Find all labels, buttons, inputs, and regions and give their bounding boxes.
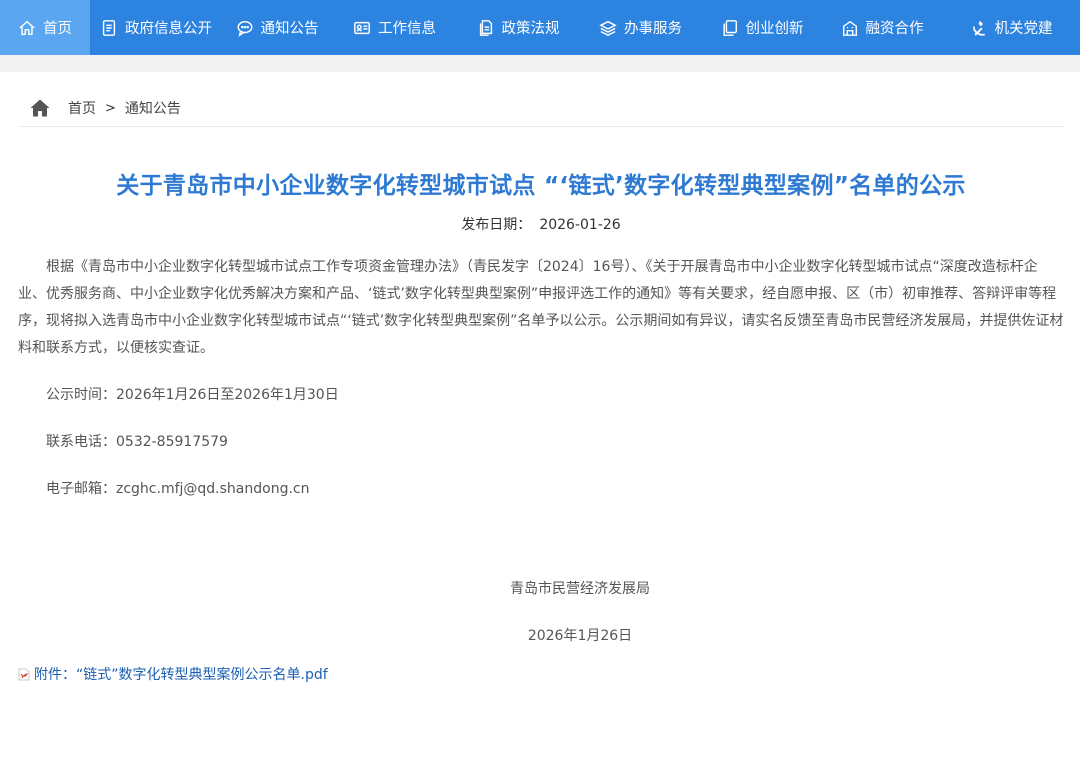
breadcrumb: 首页 > 通知公告 [18, 90, 1064, 127]
breadcrumb-current-link[interactable]: 通知公告 [125, 98, 181, 118]
nav-item-work-info[interactable]: 工作信息 [332, 0, 457, 55]
files-icon [477, 19, 495, 37]
nav-item-label: 政府信息公开 [125, 21, 212, 37]
nav-item-label: 工作信息 [378, 21, 436, 37]
building-icon [841, 19, 859, 37]
nav-item-policy[interactable]: 政策法规 [457, 0, 579, 55]
nav-item-home[interactable]: 首页 [0, 0, 90, 55]
article-body: 根据《青岛市中小企业数字化转型城市试点工作专项资金管理办法》（青民发字〔2024… [18, 254, 1064, 503]
page-title: 关于青岛市中小企业数字化转型城市试点 “‘链式’数字化转型典型案例”名单的公示 [116, 173, 966, 199]
copy-icon [721, 19, 739, 37]
top-nav: 首页 政府信息公开 通知公告 工作信息 政策法规 办事服务 创业创新 融资合作 … [0, 0, 1080, 55]
id-card-icon [353, 19, 371, 37]
nav-item-label: 通知公告 [260, 21, 319, 37]
document-icon [100, 19, 118, 37]
nav-item-notices[interactable]: 通知公告 [222, 0, 332, 55]
chat-icon [236, 19, 254, 37]
nav-item-label: 融资合作 [865, 21, 924, 37]
signature-org: 青岛市民营经济发展局 [510, 581, 650, 597]
attachment-label: 附件：“链式”数字化转型典型案例公示名单.pdf [34, 667, 328, 683]
contact-phone: 联系电话：0532-85917579 [46, 434, 228, 450]
publish-date-label: 发布日期： [461, 217, 532, 233]
nav-shadow-band [0, 55, 1080, 72]
home-icon [18, 19, 36, 37]
nav-item-label: 机关党建 [994, 21, 1053, 37]
nav-item-party[interactable]: 机关党建 [942, 0, 1080, 55]
breadcrumb-home-link[interactable]: 首页 [68, 98, 96, 118]
article-paragraph: 根据《青岛市中小企业数字化转型城市试点工作专项资金管理办法》（青民发字〔2024… [18, 259, 1064, 356]
attachment-link[interactable]: 附件：“链式”数字化转型典型案例公示名单.pdf [18, 664, 328, 684]
contact-email: 电子邮箱：zcghc.mfj@qd.shandong.cn [46, 481, 310, 497]
publish-date-value: 2026-01-26 [539, 217, 621, 233]
breadcrumb-separator: > [105, 100, 116, 116]
nav-item-services[interactable]: 办事服务 [579, 0, 702, 55]
nav-item-label: 首页 [43, 21, 72, 37]
nav-item-innovation[interactable]: 创业创新 [702, 0, 822, 55]
notice-period: 公示时间：2026年1月26日至2026年1月30日 [46, 387, 339, 403]
publish-date-line: 发布日期： 2026-01-26 [18, 214, 1064, 234]
home-icon[interactable] [30, 99, 50, 117]
pdf-file-icon [18, 668, 30, 681]
nav-item-gov-info[interactable]: 政府信息公开 [90, 0, 222, 55]
nav-item-label: 政策法规 [501, 21, 560, 37]
signature-date: 2026年1月26日 [527, 628, 633, 644]
party-emblem-icon [970, 19, 988, 37]
nav-item-label: 创业创新 [745, 21, 804, 37]
layers-icon [599, 19, 617, 37]
nav-item-financing[interactable]: 融资合作 [822, 0, 942, 55]
nav-item-label: 办事服务 [624, 21, 682, 37]
